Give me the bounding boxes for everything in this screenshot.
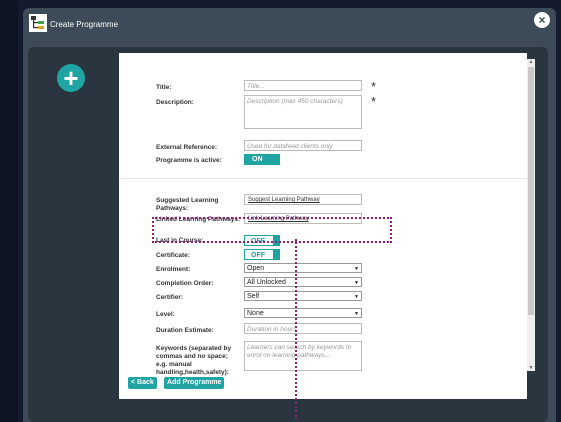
completion-order-select-value: All Unlocked <box>247 279 286 286</box>
enrolment-select[interactable]: Open ▼ <box>244 263 362 273</box>
scroll-thumb[interactable] <box>528 67 534 315</box>
form-scrollbar[interactable]: ▲ ▼ <box>527 59 535 371</box>
certifier-select[interactable]: Self ▼ <box>244 291 362 301</box>
certifier-select-value: Self <box>247 293 260 300</box>
completion-order-label: Completion Order: <box>156 280 214 287</box>
modal-header: Create Programme × <box>23 8 556 40</box>
keywords-label: Keywords (separated by commas and no spa… <box>156 345 232 376</box>
title-input[interactable]: Title... <box>244 80 362 91</box>
chevron-down-icon: ▼ <box>354 294 359 300</box>
completion-order-select[interactable]: All Unlocked ▼ <box>244 277 362 287</box>
create-programme-modal: Create Programme × + Title: Title... * D… <box>23 8 556 422</box>
scroll-up-icon[interactable]: ▲ <box>528 59 534 65</box>
enrolment-select-value: Open <box>247 265 265 272</box>
keywords-textarea[interactable]: Learners can search by keywords to enrol… <box>244 341 362 371</box>
chevron-down-icon: ▼ <box>354 311 359 317</box>
linked-pathways-highlight <box>152 217 392 243</box>
external-reference-label: External Reference: <box>156 144 218 151</box>
form-panel: Title: Title... * Description: Descripti… <box>119 53 535 419</box>
duration-label: Duration Estimate: <box>156 327 214 334</box>
certificate-toggle-text: OFF <box>251 252 265 259</box>
level-select-value: None <box>247 310 264 317</box>
desktop-edge <box>0 0 18 422</box>
section-divider <box>119 178 527 179</box>
chevron-down-icon: ▼ <box>354 266 359 272</box>
certificate-toggle[interactable]: OFF <box>244 249 280 260</box>
modal-title: Create Programme <box>50 20 119 29</box>
enrolment-label: Enrolment: <box>156 266 191 273</box>
title-label: Title: <box>156 84 172 91</box>
close-icon[interactable]: × <box>534 12 550 28</box>
annotation-pointer <box>295 239 297 419</box>
description-textarea[interactable]: Description (max 450 characters) <box>244 95 362 129</box>
external-reference-input[interactable]: Used for datafeed clients only <box>244 140 362 151</box>
pathway-tree-icon <box>29 14 47 32</box>
suggested-pathways-label: Suggested Learning Pathways: <box>156 197 219 212</box>
programme-active-toggle[interactable]: ON <box>244 154 280 165</box>
plus-icon[interactable]: + <box>57 64 85 92</box>
back-button[interactable]: < Back <box>128 377 157 389</box>
level-select[interactable]: None ▼ <box>244 308 362 318</box>
title-required-mark: * <box>371 79 377 94</box>
programme-active-label: Programme is active: <box>156 157 222 164</box>
level-label: Level: <box>156 311 175 318</box>
modal-body: + Title: Title... * Description: Descrip… <box>28 47 548 422</box>
suggest-pathway-link[interactable]: Suggest Learning Pathway <box>244 194 362 205</box>
description-required-mark: * <box>371 94 377 109</box>
description-label: Description: <box>156 99 194 106</box>
duration-input[interactable]: Duration in hours <box>244 323 362 334</box>
certificate-label: Certificate: <box>156 252 190 259</box>
chevron-down-icon: ▼ <box>354 280 359 286</box>
scroll-down-icon[interactable]: ▼ <box>528 365 534 371</box>
add-programme-button[interactable]: Add Programme <box>164 377 225 389</box>
certifier-label: Certifier: <box>156 294 184 301</box>
